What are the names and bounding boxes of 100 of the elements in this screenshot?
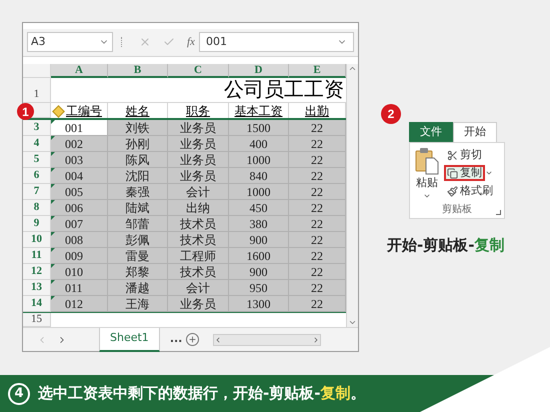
- more-sheets-button[interactable]: ...: [170, 331, 182, 348]
- table-cell[interactable]: 22: [289, 184, 346, 200]
- table-cell[interactable]: 王海: [108, 296, 168, 312]
- column-header[interactable]: A: [51, 64, 108, 78]
- row-header[interactable]: 15: [23, 313, 51, 327]
- table-cell[interactable]: 技术员: [168, 232, 229, 248]
- table-cell[interactable]: 010: [51, 264, 108, 280]
- table-cell[interactable]: 22: [289, 216, 346, 232]
- table-cell[interactable]: 002: [51, 136, 108, 152]
- name-box[interactable]: A3: [27, 32, 113, 52]
- insert-function-button[interactable]: fx: [187, 34, 195, 51]
- formula-input[interactable]: 001: [198, 32, 354, 52]
- table-cell[interactable]: 会计: [168, 184, 229, 200]
- table-cell[interactable]: 22: [289, 264, 346, 280]
- ribbon-command[interactable]: 格式刷: [444, 183, 496, 199]
- table-cell[interactable]: 沈阳: [108, 168, 168, 184]
- instruction-text: 选中工资表中剩下的数据行，开始-剪贴板-复制。: [38, 383, 366, 404]
- column-header[interactable]: D: [229, 64, 289, 78]
- table-cell[interactable]: 业务员: [168, 296, 229, 312]
- table-cell[interactable]: 1300: [229, 296, 289, 312]
- row-header[interactable]: 9: [23, 216, 51, 232]
- table-cell[interactable]: 380: [229, 216, 289, 232]
- table-cell[interactable]: 秦强: [108, 184, 168, 200]
- table-cell[interactable]: 011: [51, 280, 108, 296]
- table-cell[interactable]: 450: [229, 200, 289, 216]
- table-cell[interactable]: 22: [289, 296, 346, 312]
- table-cell[interactable]: 001: [51, 120, 108, 136]
- table-cell[interactable]: 业务员: [168, 120, 229, 136]
- row-header[interactable]: 1: [23, 78, 51, 103]
- table-cell[interactable]: 22: [289, 200, 346, 216]
- step-badge: 2: [381, 104, 401, 124]
- row-header[interactable]: 10: [23, 232, 51, 248]
- header-cell: 基本工资: [229, 103, 289, 118]
- row-header[interactable]: 11: [23, 248, 51, 264]
- step-caption: 开始-剪贴板-复制: [387, 236, 504, 254]
- table-cell[interactable]: 业务员: [168, 136, 229, 152]
- table-cell[interactable]: 840: [229, 168, 289, 184]
- table-cell[interactable]: 潘越: [108, 280, 168, 296]
- row-header[interactable]: 5: [23, 152, 51, 168]
- table-cell[interactable]: 400: [229, 136, 289, 152]
- table-cell[interactable]: 1000: [229, 152, 289, 168]
- table-cell[interactable]: 出纳: [168, 200, 229, 216]
- table-cell[interactable]: 009: [51, 248, 108, 264]
- table-cell[interactable]: 业务员: [168, 152, 229, 168]
- table-cell[interactable]: 陈风: [108, 152, 168, 168]
- table-cell[interactable]: 012: [51, 296, 108, 312]
- group-label: 剪贴板: [442, 202, 472, 217]
- step-number: 4: [8, 382, 30, 404]
- table-cell[interactable]: 006: [51, 200, 108, 216]
- row-header[interactable]: 13: [23, 280, 51, 296]
- column-header[interactable]: E: [289, 64, 346, 78]
- table-cell[interactable]: 1600: [229, 248, 289, 264]
- table-cell[interactable]: 005: [51, 184, 108, 200]
- column-header[interactable]: B: [108, 64, 168, 78]
- table-cell[interactable]: 22: [289, 120, 346, 136]
- table-cell[interactable]: 1500: [229, 120, 289, 136]
- table-cell[interactable]: 会计: [168, 280, 229, 296]
- table-cell[interactable]: 工程师: [168, 248, 229, 264]
- row-header[interactable]: 3: [23, 120, 51, 136]
- table-cell[interactable]: 郑黎: [108, 264, 168, 280]
- table-cell[interactable]: 007: [51, 216, 108, 232]
- ribbon-tab[interactable]: 开始: [453, 122, 497, 142]
- header-cell: 职务: [168, 103, 229, 118]
- step-badge: 1: [17, 103, 34, 120]
- table-cell[interactable]: 004: [51, 168, 108, 184]
- header-cell: 姓名: [108, 103, 168, 118]
- table-cell[interactable]: 邹蕾: [108, 216, 168, 232]
- table-cell[interactable]: 22: [289, 168, 346, 184]
- table-cell[interactable]: 刘铁: [108, 120, 168, 136]
- table-cell[interactable]: 业务员: [168, 168, 229, 184]
- sheet-tab[interactable]: Sheet1: [99, 328, 160, 352]
- table-cell[interactable]: 技术员: [168, 216, 229, 232]
- table-cell[interactable]: 彭佩: [108, 232, 168, 248]
- table-cell[interactable]: 950: [229, 280, 289, 296]
- row-header[interactable]: 6: [23, 168, 51, 184]
- ribbon-command[interactable]: 剪切: [444, 147, 485, 163]
- table-cell[interactable]: 22: [289, 136, 346, 152]
- table-cell[interactable]: 雷曼: [108, 248, 168, 264]
- table-cell[interactable]: 技术员: [168, 264, 229, 280]
- row-header[interactable]: 7: [23, 184, 51, 200]
- table-cell[interactable]: 003: [51, 152, 108, 168]
- row-header[interactable]: 4: [23, 136, 51, 152]
- row-header[interactable]: 12: [23, 264, 51, 280]
- paste-button[interactable]: 粘贴: [416, 175, 438, 192]
- table-cell[interactable]: 22: [289, 248, 346, 264]
- table-cell[interactable]: 900: [229, 264, 289, 280]
- table-cell[interactable]: 22: [289, 280, 346, 296]
- table-cell[interactable]: 孙刚: [108, 136, 168, 152]
- table-cell[interactable]: 008: [51, 232, 108, 248]
- table-cell[interactable]: 900: [229, 232, 289, 248]
- table-cell[interactable]: 22: [289, 232, 346, 248]
- column-header[interactable]: C: [168, 64, 229, 78]
- table-cell[interactable]: 陆斌: [108, 200, 168, 216]
- sheet-title: 公司员工工资: [51, 78, 346, 103]
- row-header[interactable]: 8: [23, 200, 51, 216]
- row-header[interactable]: 14: [23, 296, 51, 312]
- table-cell[interactable]: 1000: [229, 184, 289, 200]
- ribbon-command[interactable]: 复制: [444, 165, 485, 181]
- table-cell[interactable]: 22: [289, 152, 346, 168]
- file-tab[interactable]: 文件: [409, 122, 453, 142]
